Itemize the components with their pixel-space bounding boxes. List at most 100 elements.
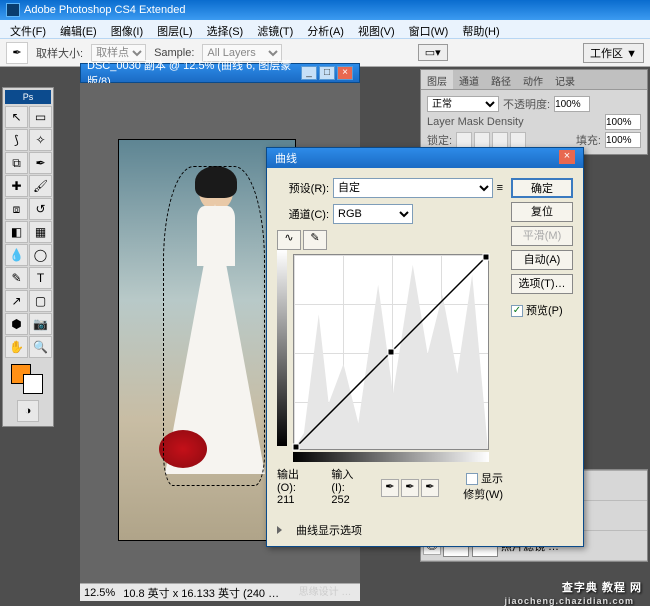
- smooth-button[interactable]: 平滑(M): [511, 226, 573, 246]
- camera-tool[interactable]: 📷: [29, 313, 52, 335]
- layers-panel: 图层 通道 路径 动作 记录 正常 不透明度: Layer Mask Densi…: [420, 69, 648, 155]
- menu-filter[interactable]: 滤镜(T): [251, 22, 299, 36]
- lasso-tool[interactable]: ⟆: [5, 129, 28, 151]
- menu-view[interactable]: 视图(V): [352, 22, 401, 36]
- curve-point[interactable]: [388, 349, 395, 356]
- blur-tool[interactable]: 💧: [5, 244, 28, 266]
- brush-tool[interactable]: 🖌: [29, 175, 52, 197]
- channel-label: 通道(C):: [277, 206, 329, 222]
- fill-input[interactable]: [605, 132, 641, 148]
- path-tool[interactable]: ↗: [5, 290, 28, 312]
- menu-image[interactable]: 图像(I): [105, 22, 149, 36]
- menubar: 文件(F) 编辑(E) 图像(I) 图层(L) 选择(S) 滤镜(T) 分析(A…: [0, 20, 650, 39]
- preview-checkbox[interactable]: 预览(P): [511, 302, 573, 318]
- input-label: 输入(I):: [331, 466, 362, 494]
- watermark-url: jiaocheng.chazidian.com: [504, 596, 634, 606]
- input-value: 252: [331, 494, 362, 506]
- dialog-title: 曲线: [275, 150, 297, 166]
- ok-button[interactable]: 确定: [511, 178, 573, 198]
- blend-mode-select[interactable]: 正常: [427, 96, 499, 112]
- sample-size-label: 取样大小:: [36, 45, 83, 61]
- curve-display-options[interactable]: 曲线显示选项: [296, 522, 362, 538]
- lock-label: 锁定:: [427, 132, 452, 148]
- fill-label: 填充:: [576, 132, 601, 148]
- hand-tool[interactable]: ✋: [5, 336, 28, 358]
- color-swatches[interactable]: [5, 362, 51, 398]
- tab-layers[interactable]: 图层: [421, 70, 453, 89]
- options-button[interactable]: 选项(T)…: [511, 274, 573, 294]
- black-point-eyedropper-icon[interactable]: ✒: [381, 479, 399, 497]
- lock-position-icon[interactable]: [492, 132, 508, 148]
- document-titlebar[interactable]: DSC_0030 副本 @ 12.5% (曲线 6, 图层蒙版/8) _ □ ×: [80, 63, 360, 83]
- dialog-titlebar[interactable]: 曲线 ×: [267, 148, 583, 168]
- main-area: Ps ↖▭ ⟆✧ ⧉✒ ✚🖌 ⧈↺ ◧▦ 💧◯ ✎T ↗▢ ⬢📷 ✋🔍 ◑ DS…: [0, 67, 650, 600]
- stamp-tool[interactable]: ⧈: [5, 198, 28, 220]
- menu-select[interactable]: 选择(S): [201, 22, 250, 36]
- heal-tool[interactable]: ✚: [5, 175, 28, 197]
- lock-transparency-icon[interactable]: [456, 132, 472, 148]
- menu-help[interactable]: 帮助(H): [456, 22, 505, 36]
- opacity-input[interactable]: [554, 96, 590, 112]
- menu-analysis[interactable]: 分析(A): [301, 22, 350, 36]
- output-gradient: [277, 250, 287, 446]
- gray-point-eyedropper-icon[interactable]: ✒: [401, 479, 419, 497]
- eyedropper-tool[interactable]: ✒: [29, 152, 52, 174]
- 3d-tool[interactable]: ⬢: [5, 313, 28, 335]
- preset-menu-icon[interactable]: ≡: [497, 182, 503, 194]
- maximize-icon[interactable]: □: [319, 66, 335, 80]
- background-color[interactable]: [23, 374, 43, 394]
- zoom-level[interactable]: 12.5%: [84, 587, 115, 599]
- cancel-button[interactable]: 复位: [511, 202, 573, 222]
- menu-edit[interactable]: 编辑(E): [54, 22, 103, 36]
- zoom-tool[interactable]: 🔍: [29, 336, 52, 358]
- expand-icon[interactable]: [277, 526, 282, 534]
- dialog-close-icon[interactable]: ×: [559, 150, 575, 164]
- tab-paths[interactable]: 路径: [485, 70, 517, 89]
- workspace-button[interactable]: 工作区 ▼: [583, 43, 644, 63]
- menu-layer[interactable]: 图层(L): [151, 22, 198, 36]
- tab-history[interactable]: 动作: [517, 70, 549, 89]
- output-label: 输出(O):: [277, 466, 313, 494]
- mask-density-label: Layer Mask Density: [427, 116, 601, 128]
- minimize-icon[interactable]: _: [301, 66, 317, 80]
- gradient-tool[interactable]: ▦: [29, 221, 52, 243]
- output-value: 211: [277, 494, 313, 506]
- eyedropper-tool-icon[interactable]: ✒: [6, 42, 28, 64]
- white-point-eyedropper-icon[interactable]: ✒: [421, 479, 439, 497]
- curve-point[interactable]: [292, 444, 299, 451]
- auto-button[interactable]: 自动(A): [511, 250, 573, 270]
- history-brush-tool[interactable]: ↺: [29, 198, 52, 220]
- dodge-tool[interactable]: ◯: [29, 244, 52, 266]
- channel-select[interactable]: RGB: [333, 204, 413, 224]
- crop-tool[interactable]: ⧉: [5, 152, 28, 174]
- mask-density-input[interactable]: [605, 114, 641, 130]
- curve-draw-icon[interactable]: ∿: [277, 230, 301, 250]
- curve-point[interactable]: [483, 253, 490, 260]
- watermark: 查字典 教程 网 jiaocheng.chazidian.com: [562, 575, 642, 596]
- quickmask-icon[interactable]: ◑: [17, 400, 39, 422]
- eraser-tool[interactable]: ◧: [5, 221, 28, 243]
- ps-app-icon: [6, 3, 20, 17]
- lock-paint-icon[interactable]: [474, 132, 490, 148]
- marquee-tool[interactable]: ▭: [29, 106, 52, 128]
- curves-graph[interactable]: [293, 254, 489, 450]
- input-gradient: [293, 452, 489, 462]
- curve-pencil-icon[interactable]: ✎: [303, 230, 327, 250]
- pen-tool[interactable]: ✎: [5, 267, 28, 289]
- screen-mode-icon[interactable]: ▭▾: [418, 44, 448, 61]
- app-title: Adobe Photoshop CS4 Extended: [24, 4, 185, 16]
- menu-file[interactable]: 文件(F): [4, 22, 52, 36]
- tab-channels[interactable]: 通道: [453, 70, 485, 89]
- move-tool[interactable]: ↖: [5, 106, 28, 128]
- toolbox: Ps ↖▭ ⟆✧ ⧉✒ ✚🖌 ⧈↺ ◧▦ 💧◯ ✎T ↗▢ ⬢📷 ✋🔍 ◑: [2, 87, 54, 427]
- shape-tool[interactable]: ▢: [29, 290, 52, 312]
- lock-all-icon[interactable]: [510, 132, 526, 148]
- type-tool[interactable]: T: [29, 267, 52, 289]
- menu-window[interactable]: 窗口(W): [403, 22, 455, 36]
- show-clipping-checkbox[interactable]: 显示修剪(W): [457, 470, 503, 502]
- ps-badge-icon: Ps: [5, 90, 51, 104]
- close-icon[interactable]: ×: [337, 66, 353, 80]
- wand-tool[interactable]: ✧: [29, 129, 52, 151]
- tab-record[interactable]: 记录: [549, 70, 581, 89]
- preset-select[interactable]: 自定: [333, 178, 493, 198]
